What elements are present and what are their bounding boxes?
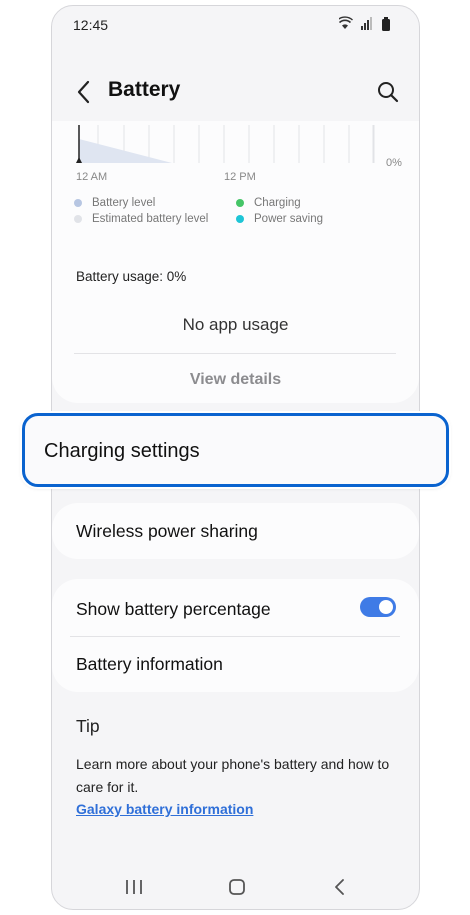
battery-information-row[interactable]: Battery information xyxy=(52,637,419,692)
signal-icon xyxy=(361,17,372,30)
status-time: 12:45 xyxy=(73,17,109,33)
chart-mid-label: 12 PM xyxy=(224,171,256,183)
app-header: Battery xyxy=(52,66,419,118)
toggle-knob xyxy=(379,600,393,614)
page-title: Battery xyxy=(108,78,181,101)
legend-estimated: Estimated battery level xyxy=(74,213,208,225)
charging-settings-row[interactable]: Charging settings xyxy=(22,413,449,487)
chart-legend: Battery level Estimated battery level Ch… xyxy=(74,197,404,237)
search-icon[interactable] xyxy=(375,78,401,106)
charging-settings-label: Charging settings xyxy=(44,440,200,462)
battery-icon xyxy=(382,17,390,31)
wifi-icon xyxy=(339,16,353,29)
back-arrow-icon[interactable] xyxy=(70,76,98,108)
legend-dot-battery xyxy=(74,199,82,207)
divider xyxy=(74,353,396,354)
legend-power-saving: Power saving xyxy=(236,213,323,225)
battery-usage-card: 12 AM 12 PM 0% Battery level Estimated b… xyxy=(52,121,419,403)
legend-dot-power-saving xyxy=(236,215,244,223)
show-battery-percentage-row[interactable]: Show battery percentage xyxy=(52,579,419,636)
battery-usage-label: Battery usage: 0% xyxy=(76,269,187,284)
recents-icon[interactable] xyxy=(122,876,146,898)
legend-dot-charging xyxy=(236,199,244,207)
wireless-power-sharing-row[interactable]: Wireless power sharing xyxy=(52,503,419,559)
chart-percent-label: 0% xyxy=(386,157,402,169)
show-battery-percentage-toggle[interactable] xyxy=(360,597,396,617)
legend-battery-level: Battery level xyxy=(74,197,155,209)
navigation-bar xyxy=(52,866,419,906)
tip-text: Learn more about your phone's battery an… xyxy=(76,756,390,795)
back-icon[interactable] xyxy=(328,876,352,898)
status-bar: 12:45 xyxy=(52,6,419,42)
status-icons xyxy=(339,16,390,31)
tip-title: Tip xyxy=(76,716,100,736)
battery-settings-group: Show battery percentage Battery informat… xyxy=(52,579,419,692)
legend-charging: Charging xyxy=(236,197,301,209)
galaxy-battery-information-link[interactable]: Galaxy battery information xyxy=(76,801,253,817)
battery-information-label: Battery information xyxy=(76,654,223,674)
legend-dot-estimated xyxy=(74,215,82,223)
estimated-level-area xyxy=(79,139,172,163)
chart-start-label: 12 AM xyxy=(76,171,108,183)
show-battery-percentage-label: Show battery percentage xyxy=(76,599,271,619)
wireless-power-sharing-label: Wireless power sharing xyxy=(76,521,258,541)
view-details-button[interactable]: View details xyxy=(52,371,419,389)
no-app-usage-text: No app usage xyxy=(182,315,289,334)
home-icon[interactable] xyxy=(225,876,249,898)
